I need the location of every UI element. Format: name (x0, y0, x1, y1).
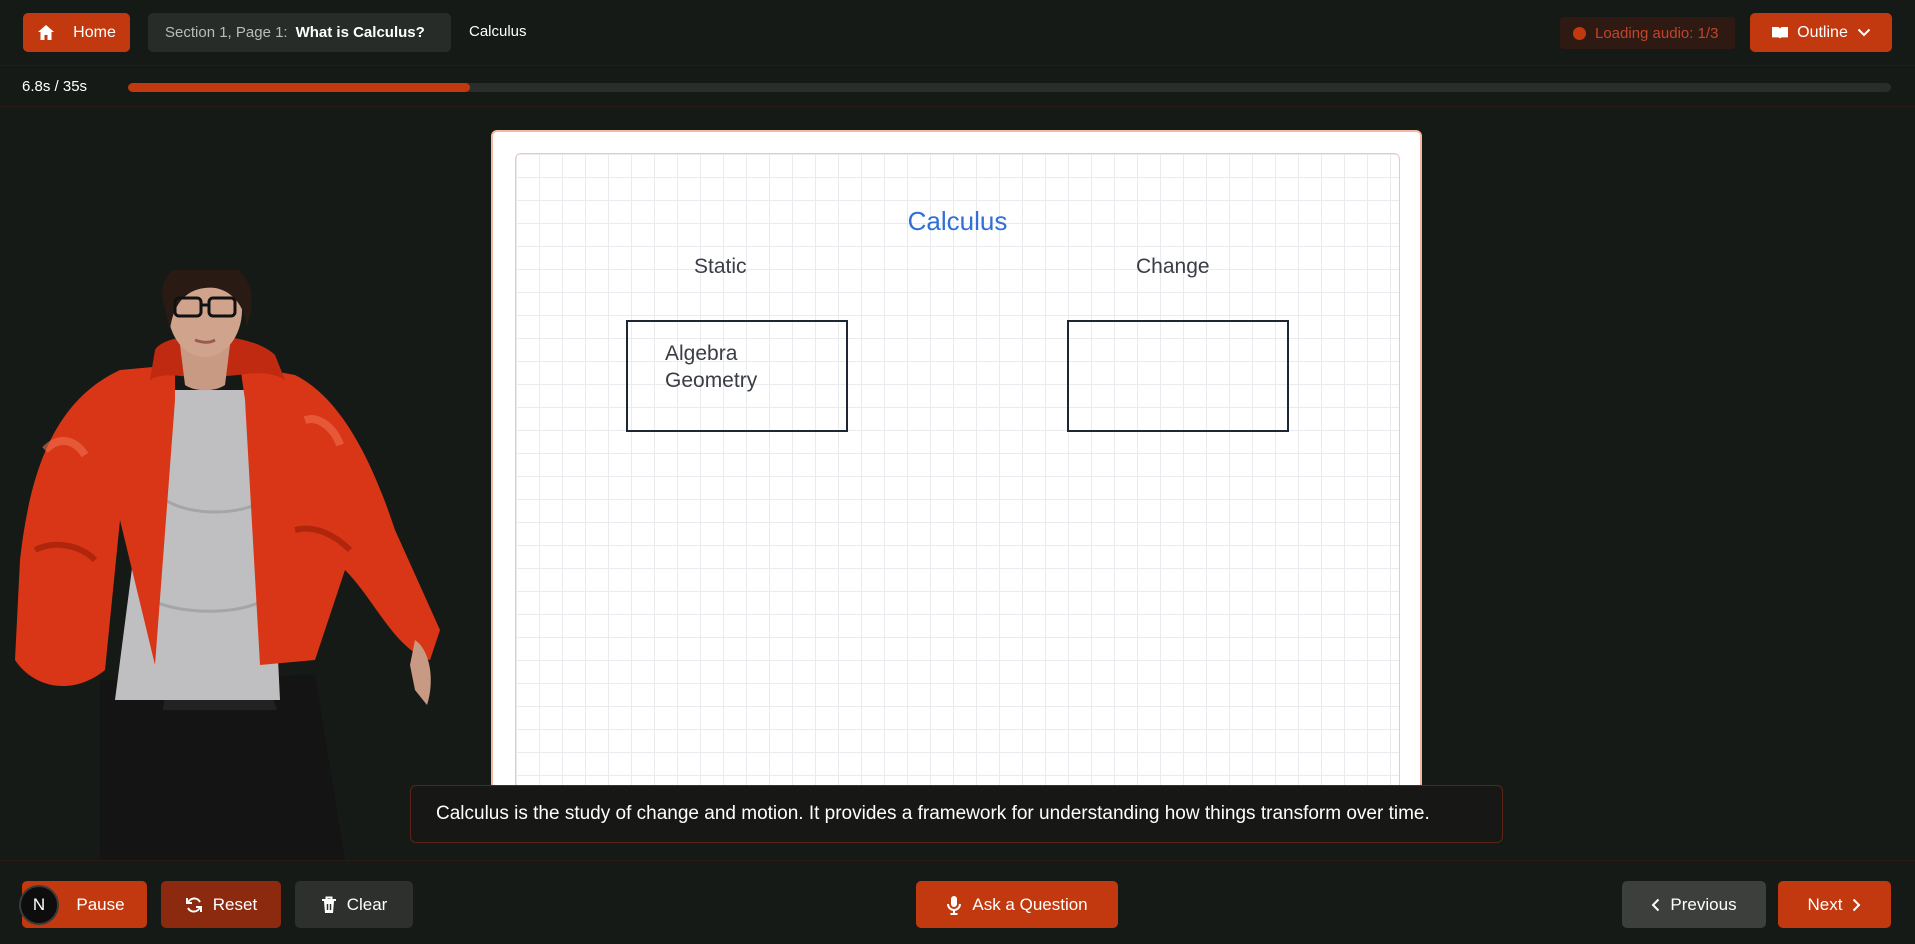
breadcrumb-section: Section 1, Page 1: (165, 24, 288, 41)
loading-audio-badge: Loading audio: 1/3 (1560, 17, 1735, 49)
reset-button[interactable]: Reset (161, 881, 281, 928)
pause-label: Pause (76, 894, 125, 914)
progress-bar[interactable] (128, 83, 1891, 92)
breadcrumb-page: What is Calculus? (295, 24, 425, 41)
home-icon (37, 24, 64, 41)
static-label: Static (694, 255, 747, 278)
ask-question-button[interactable]: Ask a Question (916, 881, 1118, 928)
subtitle-caption: Calculus is the study of change and moti… (410, 785, 1503, 843)
whiteboard-canvas[interactable]: Calculus Static Change Algebra Geometry (515, 153, 1400, 788)
chevron-left-icon (1651, 898, 1660, 912)
whiteboard: Calculus Static Change Algebra Geometry (491, 130, 1422, 790)
progress-row: 6.8s / 35s (0, 67, 1915, 107)
reset-icon (185, 896, 203, 914)
static-box: Algebra Geometry (626, 320, 848, 432)
next-label: Next (1807, 894, 1843, 914)
trash-icon (321, 896, 337, 914)
bottom-controls: N Pause Reset Clear Ask a Question Previ… (0, 860, 1915, 944)
static-box-text: Algebra Geometry (665, 340, 757, 394)
ask-question-label: Ask a Question (972, 894, 1088, 914)
loading-audio-label: Loading audio: 1/3 (1595, 24, 1719, 42)
chevron-right-icon (1852, 898, 1861, 912)
chevron-down-icon (1848, 28, 1871, 37)
outline-label: Outline (1797, 23, 1848, 41)
recording-dot-icon (1573, 26, 1586, 40)
home-button[interactable]: Home (23, 13, 130, 52)
playback-time: 6.8s / 35s (22, 78, 88, 95)
change-label: Change (1136, 255, 1210, 278)
breadcrumb: Section 1, Page 1: What is Calculus? (148, 13, 451, 52)
previous-label: Previous (1670, 894, 1737, 914)
static-box-line: Algebra (665, 342, 738, 365)
book-icon (1771, 26, 1797, 40)
change-box (1067, 320, 1289, 432)
next-button[interactable]: Next (1778, 881, 1891, 928)
teacher-avatar (15, 256, 440, 860)
top-bar: Home Section 1, Page 1: What is Calculus… (0, 0, 1915, 66)
whiteboard-title: Calculus (907, 206, 1008, 236)
reset-label: Reset (212, 894, 258, 914)
previous-button[interactable]: Previous (1622, 881, 1766, 928)
topic-title: Calculus (469, 23, 527, 40)
n-logo-badge[interactable]: N (19, 885, 59, 925)
clear-label: Clear (346, 894, 388, 914)
clear-button[interactable]: Clear (295, 881, 413, 928)
microphone-icon (946, 895, 962, 915)
static-box-line: Geometry (665, 369, 758, 392)
progress-fill (128, 83, 471, 92)
home-label: Home (73, 23, 116, 41)
outline-button[interactable]: Outline (1750, 13, 1892, 52)
